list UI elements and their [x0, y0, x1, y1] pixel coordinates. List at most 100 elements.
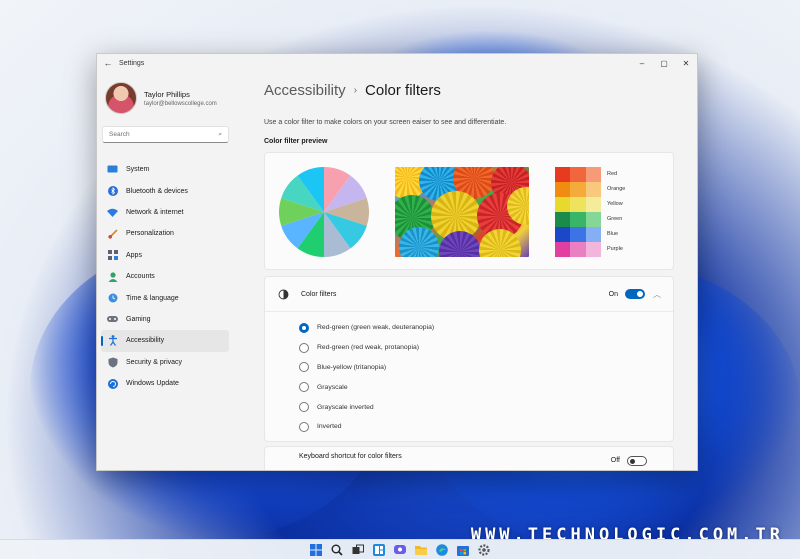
- sidebar-item-label: Network & internet: [126, 208, 184, 216]
- swatch-cell: [555, 242, 571, 257]
- radio-label: Red-green (red weak, protanopia): [317, 344, 420, 352]
- windows-start-icon[interactable]: [309, 543, 323, 557]
- sidebar-item-apps[interactable]: Apps: [101, 245, 229, 266]
- sidebar-item-accounts[interactable]: Accounts: [101, 266, 229, 287]
- maximize-button[interactable]: ▢: [653, 59, 675, 68]
- radio-button[interactable]: [299, 421, 309, 432]
- sidebar-item-time-language[interactable]: Time & language: [101, 287, 229, 308]
- swatch-row-red: [555, 167, 601, 182]
- file-explorer-icon[interactable]: [414, 543, 428, 557]
- radio-option-protanopia[interactable]: Red-green (red weak, protanopia): [299, 338, 673, 358]
- sidebar-item-label: Apps: [126, 251, 142, 259]
- swatch-cell: [570, 242, 586, 257]
- user-profile[interactable]: Taylor Phillips taylor@bellowscollege.co…: [97, 72, 237, 116]
- title-bar: ← Settings – ▢ ✕: [97, 54, 697, 72]
- color-filters-state: On: [608, 290, 618, 298]
- radio-option-tritanopia[interactable]: Blue-yellow (tritanopia): [299, 358, 673, 378]
- update-icon: [107, 378, 118, 389]
- breadcrumb-parent[interactable]: Accessibility: [264, 82, 346, 99]
- radio-button[interactable]: [299, 342, 309, 353]
- preview-pie-chart: [279, 167, 369, 257]
- radio-button[interactable]: [299, 382, 309, 393]
- chevron-up-icon[interactable]: ︿: [645, 289, 661, 300]
- radio-label: Red-green (green weak, deuteranopia): [317, 324, 435, 332]
- settings-icon[interactable]: [477, 543, 491, 557]
- preview-color-swatches: [555, 167, 601, 257]
- sidebar-item-label: Bluetooth & devices: [126, 187, 188, 195]
- swatch-label-red: Red: [607, 171, 618, 177]
- sidebar-item-label: Accounts: [126, 273, 155, 281]
- color-filters-toggle[interactable]: [625, 289, 645, 299]
- keyboard-shortcut-toggle[interactable]: [627, 455, 647, 466]
- store-icon[interactable]: [456, 543, 470, 557]
- swatch-cell: [555, 197, 571, 212]
- shield-icon: [107, 357, 118, 368]
- swatch-cell: [555, 182, 571, 197]
- close-button[interactable]: ✕: [675, 59, 697, 68]
- search-input[interactable]: Search ⌕: [102, 126, 229, 143]
- breadcrumb-separator: ›: [353, 85, 358, 96]
- search-icon[interactable]: [330, 543, 344, 557]
- bluetooth-icon: [107, 186, 118, 197]
- edge-icon[interactable]: [435, 543, 449, 557]
- swatch-row-orange: [555, 182, 601, 197]
- sidebar-nav: System Bluetooth & devices Network & int…: [97, 159, 237, 394]
- sidebar-item-gaming[interactable]: Gaming: [101, 309, 229, 330]
- sidebar-item-label: Accessibility: [126, 337, 165, 345]
- swatch-cell: [570, 197, 586, 212]
- sidebar-item-bluetooth[interactable]: Bluetooth & devices: [101, 180, 229, 201]
- search-icon: ⌕: [218, 130, 222, 138]
- gamepad-icon: [107, 314, 118, 325]
- swatch-row-yellow: [555, 197, 601, 212]
- radio-option-grayscale[interactable]: Grayscale: [299, 377, 673, 397]
- keyboard-shortcut-label: Keyboard shortcut for color filters: [299, 453, 402, 461]
- sidebar-item-label: Security & privacy: [126, 358, 183, 366]
- task-view-icon[interactable]: [351, 543, 365, 557]
- sidebar-item-security-privacy[interactable]: Security & privacy: [101, 352, 229, 373]
- swatch-label-purple: Purple: [607, 246, 623, 252]
- swatch-label-yellow: Yellow: [607, 201, 623, 207]
- sidebar-item-label: Gaming: [126, 315, 151, 323]
- swatch-cell: [570, 212, 586, 227]
- color-filters-card: Color filters On ︿ Red-green (green weak…: [264, 276, 674, 442]
- swatch-cell: [585, 212, 601, 227]
- breadcrumb: Accessibility › Color filters: [264, 82, 674, 99]
- window-title: Settings: [119, 59, 145, 67]
- main-content: Accessibility › Color filters Use a colo…: [264, 72, 674, 470]
- keyboard-shortcut-description: [299, 463, 611, 468]
- radio-option-grayscale-inverted[interactable]: Grayscale inverted: [299, 397, 673, 417]
- swatch-cell: [585, 242, 601, 257]
- settings-window: ← Settings – ▢ ✕ Taylor Phillips taylor@…: [96, 53, 698, 471]
- radio-button[interactable]: [299, 402, 309, 413]
- radio-button[interactable]: [299, 322, 309, 333]
- swatch-cell: [585, 227, 601, 242]
- accessibility-icon: [107, 335, 118, 347]
- sidebar-item-system[interactable]: System: [101, 159, 229, 180]
- color-filters-label: Color filters: [301, 290, 337, 298]
- preview-section-title: Color filter preview: [264, 138, 328, 145]
- search-placeholder: Search: [109, 131, 130, 138]
- sidebar-item-network[interactable]: Network & internet: [101, 202, 229, 223]
- swatch-row-green: [555, 212, 601, 227]
- color-filter-icon: [277, 288, 289, 300]
- radio-label: Grayscale: [317, 383, 348, 391]
- swatch-label-blue: Blue: [607, 231, 619, 237]
- swatch-cell: [570, 227, 586, 242]
- swatch-cell: [570, 182, 586, 197]
- widgets-icon[interactable]: [372, 543, 386, 557]
- chat-icon[interactable]: [393, 543, 407, 557]
- brush-icon: [107, 228, 118, 239]
- swatch-cell: [555, 212, 571, 227]
- radio-option-deuteranopia[interactable]: Red-green (green weak, deuteranopia): [299, 318, 673, 338]
- sidebar-item-windows-update[interactable]: Windows Update: [101, 373, 229, 394]
- sidebar-item-personalization[interactable]: Personalization: [101, 223, 229, 244]
- radio-button[interactable]: [299, 362, 309, 373]
- radio-label: Grayscale inverted: [317, 403, 374, 411]
- sidebar-item-label: Windows Update: [126, 380, 179, 388]
- person-icon: [107, 271, 118, 282]
- color-filters-header[interactable]: Color filters On ︿: [265, 277, 673, 312]
- radio-option-inverted[interactable]: Inverted: [299, 417, 673, 437]
- minimize-button[interactable]: –: [631, 59, 653, 68]
- sidebar-item-accessibility[interactable]: Accessibility: [101, 330, 229, 352]
- back-arrow-icon[interactable]: ←: [97, 58, 119, 68]
